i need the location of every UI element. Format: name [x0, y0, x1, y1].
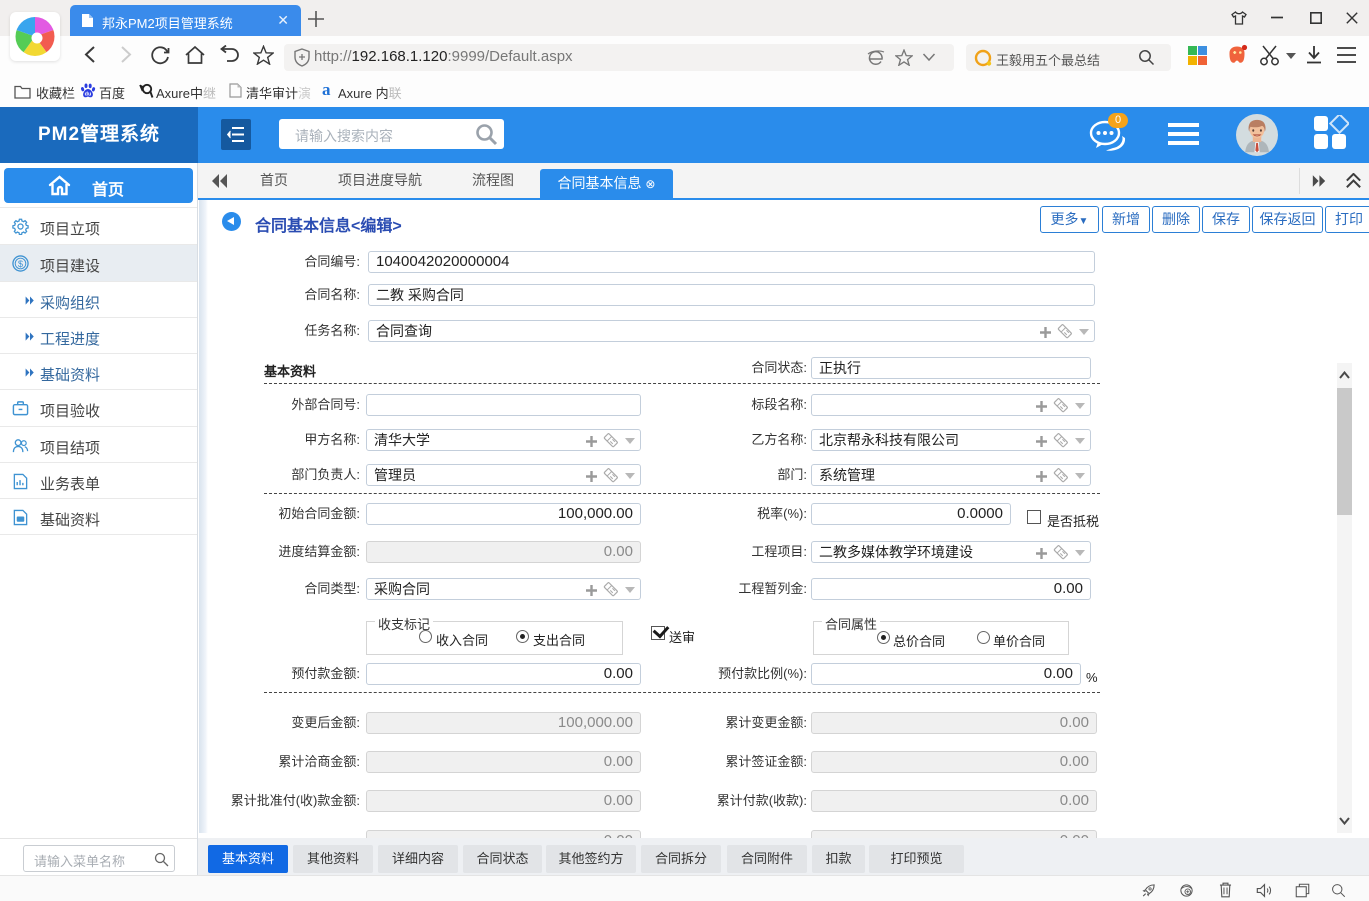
- svg-text:du: du: [85, 92, 92, 98]
- svg-text:$: $: [18, 259, 23, 269]
